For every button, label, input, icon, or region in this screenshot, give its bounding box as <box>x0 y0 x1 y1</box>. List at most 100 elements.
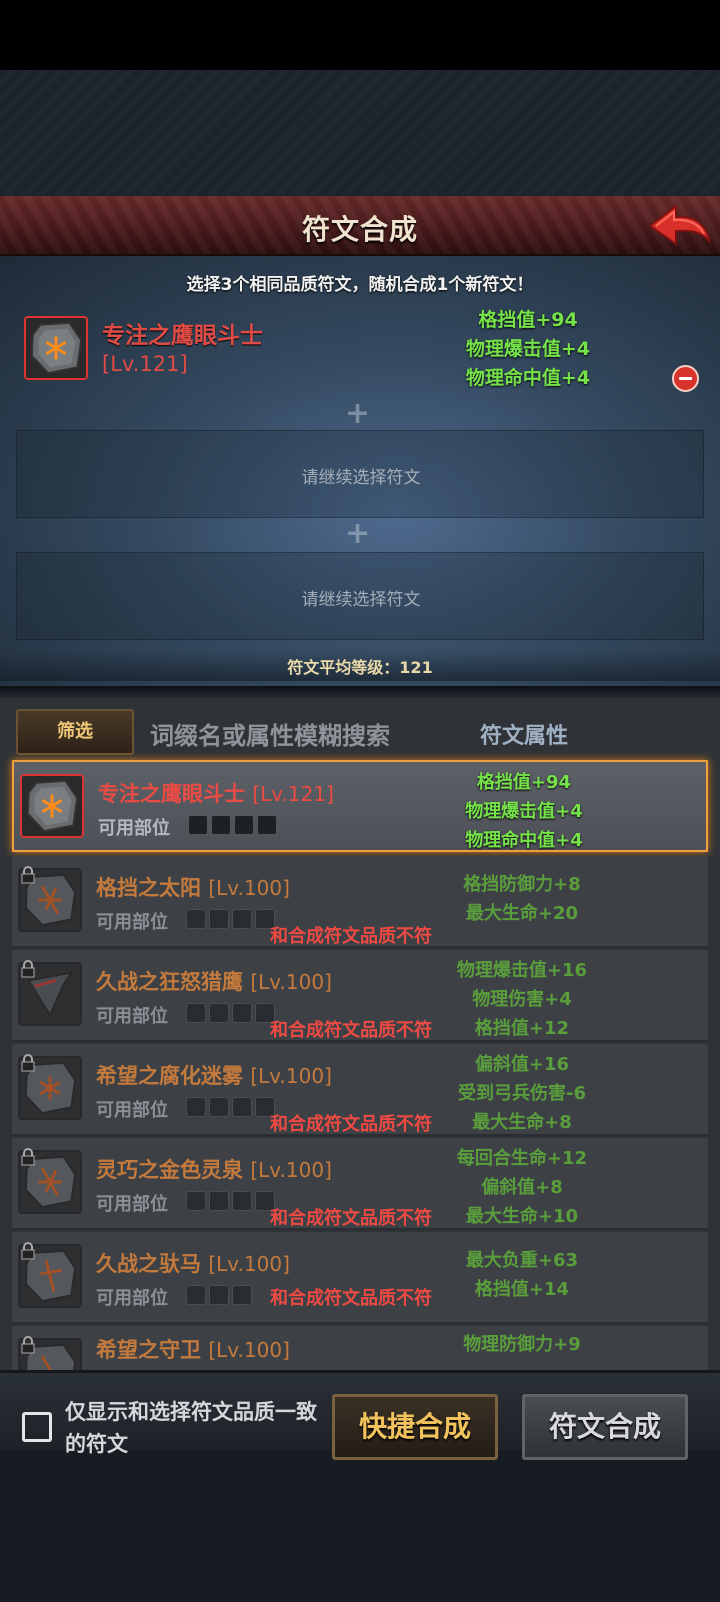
attr-line: 最大生命+10 <box>465 1206 579 1227</box>
attr-line: 物理伤害+4 <box>472 989 572 1010</box>
background-pattern <box>0 70 720 195</box>
attr-line: 物理爆击值+4 <box>465 801 583 822</box>
rune-compose-button[interactable]: 符文合成 <box>522 1394 688 1460</box>
same-quality-checkbox[interactable] <box>22 1412 52 1442</box>
rune-name: 久战之狂怒猎鹰 [Lv.100] <box>96 970 332 994</box>
quality-mismatch-warning: 和合成符文品质不符 <box>270 926 432 947</box>
lock-icon <box>21 1054 35 1072</box>
selected-rune-name: 专注之鹰眼斗士 <box>102 323 263 349</box>
lock-icon <box>21 1336 35 1354</box>
glove-slot-icon <box>209 1097 229 1117</box>
attr-line: 格挡值+94 <box>478 309 578 331</box>
quality-mismatch-warning: 和合成符文品质不符 <box>270 1208 432 1229</box>
empty-rune-slot[interactable]: 请继续选择符文 <box>16 552 704 640</box>
parts-label: 可用部位 <box>96 1100 168 1121</box>
equip-slot-icons <box>186 909 275 929</box>
remove-rune-button[interactable] <box>672 365 699 392</box>
back-button[interactable] <box>646 200 714 252</box>
selected-rune-slot[interactable]: 专注之鹰眼斗士 [Lv.121] 格挡值+94 物理爆击值+4 物理命中值+4 <box>16 306 704 396</box>
armor-slot-icon <box>209 1285 229 1305</box>
attr-line: 格挡值+14 <box>474 1279 570 1300</box>
equip-slot-icons <box>186 1191 275 1211</box>
attr-line: 最大负重+63 <box>465 1250 579 1271</box>
lock-icon <box>21 1148 35 1166</box>
rune-attrs: 每回合生命+12 偏斜值+8 最大生命+10 <box>422 1144 622 1231</box>
rune-list-item[interactable]: 希望之守卫 [Lv.100] 物理防御力+9 <box>12 1326 708 1370</box>
shield-slot-icon <box>211 815 231 835</box>
empty-rune-slot[interactable]: 请继续选择符文 <box>16 430 704 518</box>
armor-slot-icon <box>234 815 254 835</box>
attr-column-header: 符文属性 <box>480 724 569 749</box>
status-bar <box>0 0 720 70</box>
rune-name: 格挡之太阳 [Lv.100] <box>96 876 290 900</box>
back-arrow-icon <box>648 203 711 246</box>
quick-compose-button[interactable]: 快捷合成 <box>332 1394 498 1460</box>
shield-slot-icon <box>186 1191 206 1211</box>
plus-icon: + <box>345 516 371 551</box>
rune-list-item[interactable]: 格挡之太阳 [Lv.100] 可用部位 和合成符文品质不符 格挡防御力+8 最大… <box>12 856 708 948</box>
rune-list-item[interactable]: 久战之驮马 [Lv.100] 可用部位 和合成符文品质不符 最大负重+63 格挡… <box>12 1232 708 1324</box>
attr-line: 物理防御力+9 <box>463 1334 581 1355</box>
attr-line: 格挡值+94 <box>476 772 572 793</box>
rune-attrs: 格挡值+94 物理爆击值+4 物理命中值+4 <box>424 768 624 855</box>
attr-line: 偏斜值+8 <box>481 1177 563 1198</box>
rune-stone-icon <box>20 774 84 838</box>
quality-mismatch-warning: 和合成符文品质不符 <box>270 1114 432 1135</box>
parts-label: 可用部位 <box>96 1288 168 1309</box>
selected-rune-attrs: 格挡值+94 物理爆击值+4 物理命中值+4 <box>428 306 628 393</box>
page-title: 符文合成 <box>301 213 418 246</box>
shield-slot-icon <box>186 1097 206 1117</box>
rune-list-item[interactable]: 专注之鹰眼斗士 [Lv.121] 可用部位 格挡值+94 物理爆击值+4 物理命… <box>12 760 708 852</box>
rune-list-item[interactable]: 久战之狂怒猎鹰 [Lv.100] 可用部位 和合成符文品质不符 物理爆击值+16… <box>12 950 708 1042</box>
attr-line: 格挡值+12 <box>474 1018 570 1039</box>
rune-attrs: 最大负重+63 格挡值+14 <box>422 1246 622 1304</box>
equip-slot-icons <box>186 1003 275 1023</box>
list-clip: 希望之守卫 [Lv.100] 物理防御力+9 <box>0 1326 720 1370</box>
rune-attrs: 格挡防御力+8 最大生命+20 <box>422 870 622 928</box>
armor-slot-icon <box>232 1097 252 1117</box>
armor-slot-icon <box>232 1191 252 1211</box>
attr-line: 受到弓兵伤害-6 <box>458 1083 586 1104</box>
title-bar: 符文合成 <box>0 196 720 256</box>
attr-line: 最大生命+20 <box>465 903 579 924</box>
equip-slot-icons <box>186 1285 252 1305</box>
attr-line: 物理爆击值+4 <box>465 338 591 360</box>
glove-slot-icon <box>186 1285 206 1305</box>
search-input[interactable] <box>150 716 450 756</box>
glove-slot-icon <box>209 1191 229 1211</box>
plus-icon: + <box>345 396 371 431</box>
sword-slot-icon <box>188 815 208 835</box>
quality-mismatch-warning: 和合成符文品质不符 <box>270 1020 432 1041</box>
selected-rune-level: [Lv.121] <box>102 352 188 376</box>
rune-attrs: 物理防御力+9 <box>422 1330 622 1359</box>
attr-line: 每回合生命+12 <box>456 1148 588 1169</box>
rune-stone-icon <box>24 316 88 380</box>
attr-line: 物理命中值+4 <box>465 367 591 389</box>
sword-slot-icon <box>186 1003 206 1023</box>
instruction-text: 选择3个相同品质符文，随机合成1个新符文！ <box>186 275 534 295</box>
attr-line: 格挡防御力+8 <box>463 874 581 895</box>
quality-mismatch-warning: 和合成符文品质不符 <box>270 1288 432 1309</box>
rune-name: 久战之驮马 [Lv.100] <box>96 1252 290 1276</box>
armor-slot-icon <box>232 909 252 929</box>
lock-icon <box>21 960 35 978</box>
rune-list-item[interactable]: 希望之腐化迷雾 [Lv.100] 可用部位 和合成符文品质不符 偏斜值+16 受… <box>12 1044 708 1136</box>
rune-name: 专注之鹰眼斗士 [Lv.121] <box>98 782 334 806</box>
empty-slot-text: 请继续选择符文 <box>301 468 421 488</box>
empty-slot-text: 请继续选择符文 <box>301 590 421 610</box>
rune-attrs: 物理爆击值+16 物理伤害+4 格挡值+12 <box>422 956 622 1043</box>
parts-label: 可用部位 <box>96 1194 168 1215</box>
shield-slot-icon <box>186 909 206 929</box>
attr-line: 最大生命+8 <box>472 1112 572 1133</box>
filter-button[interactable]: 筛选 <box>16 709 134 755</box>
average-level-text: 符文平均等级：121 <box>287 658 433 677</box>
glove-slot-icon <box>209 909 229 929</box>
attr-line: 偏斜值+16 <box>474 1054 570 1075</box>
rune-list-item[interactable]: 灵巧之金色灵泉 [Lv.100] 可用部位 和合成符文品质不符 每回合生命+12… <box>12 1138 708 1230</box>
ring-slot-icon <box>257 815 277 835</box>
same-quality-checkbox-label: 仅显示和选择符文品质一致的符文 <box>65 1400 317 1456</box>
rune-name: 灵巧之金色灵泉 [Lv.100] <box>96 1158 332 1182</box>
shield-slot-icon <box>209 1003 229 1023</box>
attr-line: 物理爆击值+16 <box>456 960 588 981</box>
ring-slot-icon <box>232 1285 252 1305</box>
